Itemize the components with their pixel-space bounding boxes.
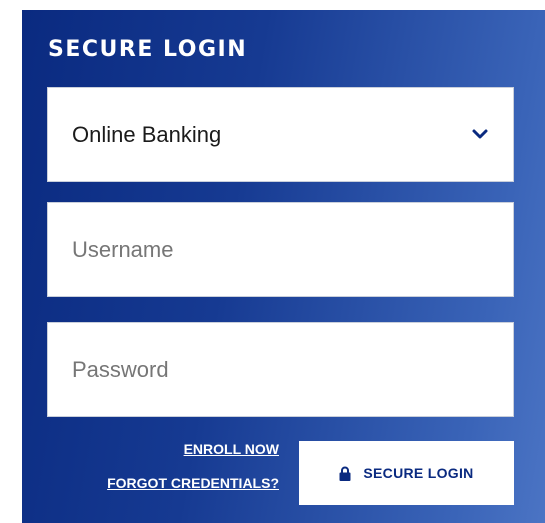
login-panel: SECURE LOGIN Online Banking ENROLL NOW F… xyxy=(22,10,545,523)
secure-login-label: SECURE LOGIN xyxy=(363,465,474,481)
chevron-down-icon xyxy=(472,129,488,139)
account-type-value: Online Banking xyxy=(72,122,222,147)
account-links: ENROLL NOW FORGOT CREDENTIALS? xyxy=(107,440,279,493)
account-type-select[interactable]: Online Banking xyxy=(47,87,514,182)
panel-title: SECURE LOGIN xyxy=(48,37,248,62)
username-field xyxy=(47,202,514,297)
password-input[interactable] xyxy=(48,323,513,416)
forgot-credentials-link[interactable]: FORGOT CREDENTIALS? xyxy=(107,474,279,493)
enroll-now-link[interactable]: ENROLL NOW xyxy=(107,440,279,459)
username-input[interactable] xyxy=(48,203,513,296)
secure-login-button[interactable]: SECURE LOGIN xyxy=(299,441,514,505)
password-field xyxy=(47,322,514,417)
lock-icon xyxy=(339,466,351,481)
